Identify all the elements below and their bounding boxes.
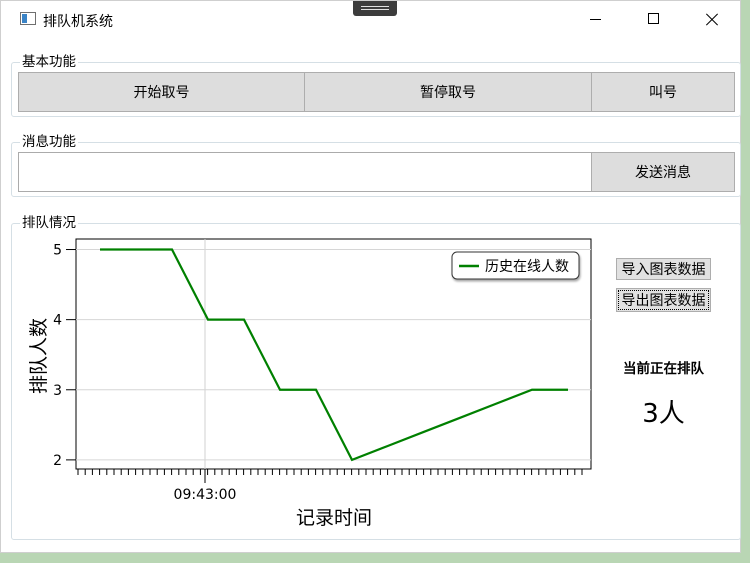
legend: 历史在线人数 [451, 251, 580, 280]
legend-label: 历史在线人数 [485, 259, 569, 275]
current-queue-label: 当前正在排队 [623, 361, 704, 377]
queue-history-chart: 2 3 4 5 09:43:00 记录时间 排队人数 历史在线人数 [28, 238, 592, 529]
y-axis-title: 排队人数 [28, 318, 50, 394]
call-number-button[interactable]: 叫号 [591, 72, 735, 112]
close-button[interactable] [688, 1, 734, 39]
current-queue-count: 3人 [642, 399, 685, 429]
x-tick-label: 09:43:00 [174, 487, 237, 503]
export-chart-data-button[interactable]: 导出图表数据 [616, 288, 711, 312]
y-tick-label: 3 [53, 383, 62, 399]
y-tick-label: 5 [53, 243, 62, 259]
y-tick-label: 2 [53, 453, 62, 469]
app-window: 排队机系统 基本功能 开始取号 暂停取号 叫号 消息功能 发送消息 排队情况 2… [0, 0, 741, 553]
y-tick-label: 4 [53, 313, 62, 329]
import-chart-data-button[interactable]: 导入图表数据 [616, 258, 711, 280]
x-axis-title: 记录时间 [296, 507, 372, 529]
send-message-button[interactable]: 发送消息 [591, 152, 735, 192]
maximize-button[interactable] [630, 1, 676, 39]
